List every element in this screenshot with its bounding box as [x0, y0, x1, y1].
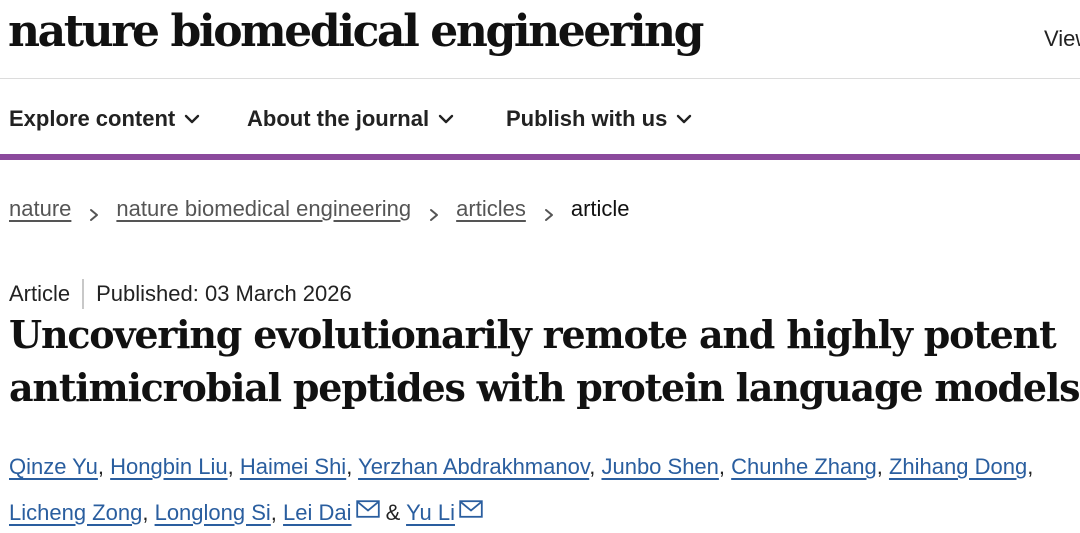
breadcrumb-articles[interactable]: articles	[456, 196, 526, 222]
mail-icon[interactable]	[355, 500, 380, 518]
nav-publish-with-us-label: Publish with us	[506, 106, 668, 131]
author-link[interactable]: Junbo Shen	[601, 454, 718, 479]
nav-about-the-journal[interactable]: About the journal	[247, 106, 455, 132]
chevron-down-icon	[183, 110, 201, 128]
author-separator: ,	[1027, 454, 1034, 479]
author-separator: ,	[142, 500, 149, 525]
chevron-right-icon	[427, 202, 441, 221]
author-separator: ,	[876, 454, 883, 479]
view-link[interactable]: View	[1044, 26, 1080, 52]
nav-explore-content[interactable]: Explore content	[9, 106, 201, 132]
mail-icon[interactable]	[459, 500, 483, 518]
author-separator: ,	[227, 454, 234, 479]
author-link[interactable]: Haimei Shi	[240, 454, 346, 479]
author-link[interactable]: Zhihang Dong	[889, 454, 1027, 479]
chevron-down-icon	[437, 110, 455, 128]
nav-explore-content-label: Explore content	[9, 106, 176, 131]
breadcrumb-current: article	[570, 196, 630, 221]
author-link[interactable]: Longlong Si	[155, 500, 271, 525]
published-date: Published: 03 March 2026	[96, 281, 352, 306]
chevron-down-icon	[675, 110, 693, 128]
masthead: nature biomedical engineering View	[0, 0, 1080, 79]
author-link[interactable]: Hongbin Liu	[110, 454, 227, 479]
author-separator: ,	[97, 454, 105, 479]
author-separator: ,	[589, 454, 596, 479]
author-separator: ,	[718, 454, 726, 479]
author-separator: ,	[346, 454, 353, 479]
chevron-right-icon	[542, 202, 556, 221]
author-link[interactable]: Yerzhan Abdrakhmanov	[358, 454, 589, 479]
journal-logo[interactable]: nature biomedical engineering	[8, 6, 704, 57]
meta-divider	[82, 279, 85, 309]
author-link[interactable]: Lei Dai	[283, 500, 351, 525]
main-nav: Explore content About the journal Publis…	[0, 80, 1080, 160]
author-ampersand: &	[385, 500, 401, 525]
chevron-right-icon	[87, 202, 101, 221]
nav-about-the-journal-label: About the journal	[247, 106, 430, 131]
article-type: Article	[9, 281, 71, 306]
article-meta: Article Published: 03 March 2026	[9, 279, 352, 309]
breadcrumb-journal[interactable]: nature biomedical engineering	[116, 196, 411, 222]
author-link[interactable]: Qinze Yu	[9, 454, 98, 479]
breadcrumb-nature[interactable]: nature	[9, 196, 71, 222]
author-separator: ,	[270, 500, 277, 525]
author-link[interactable]: Chunhe Zhang	[731, 454, 877, 479]
nav-publish-with-us[interactable]: Publish with us	[506, 106, 693, 132]
author-link[interactable]: Yu Li	[406, 500, 455, 525]
author-link[interactable]: Licheng Zong	[9, 500, 142, 525]
author-list: Qinze Yu, Hongbin Liu, Haimei Shi, Yerzh…	[9, 444, 1080, 533]
article-title: Uncovering evolutionarily remote and hig…	[9, 312, 1080, 410]
breadcrumb: nature nature biomedical engineering art…	[9, 196, 630, 222]
